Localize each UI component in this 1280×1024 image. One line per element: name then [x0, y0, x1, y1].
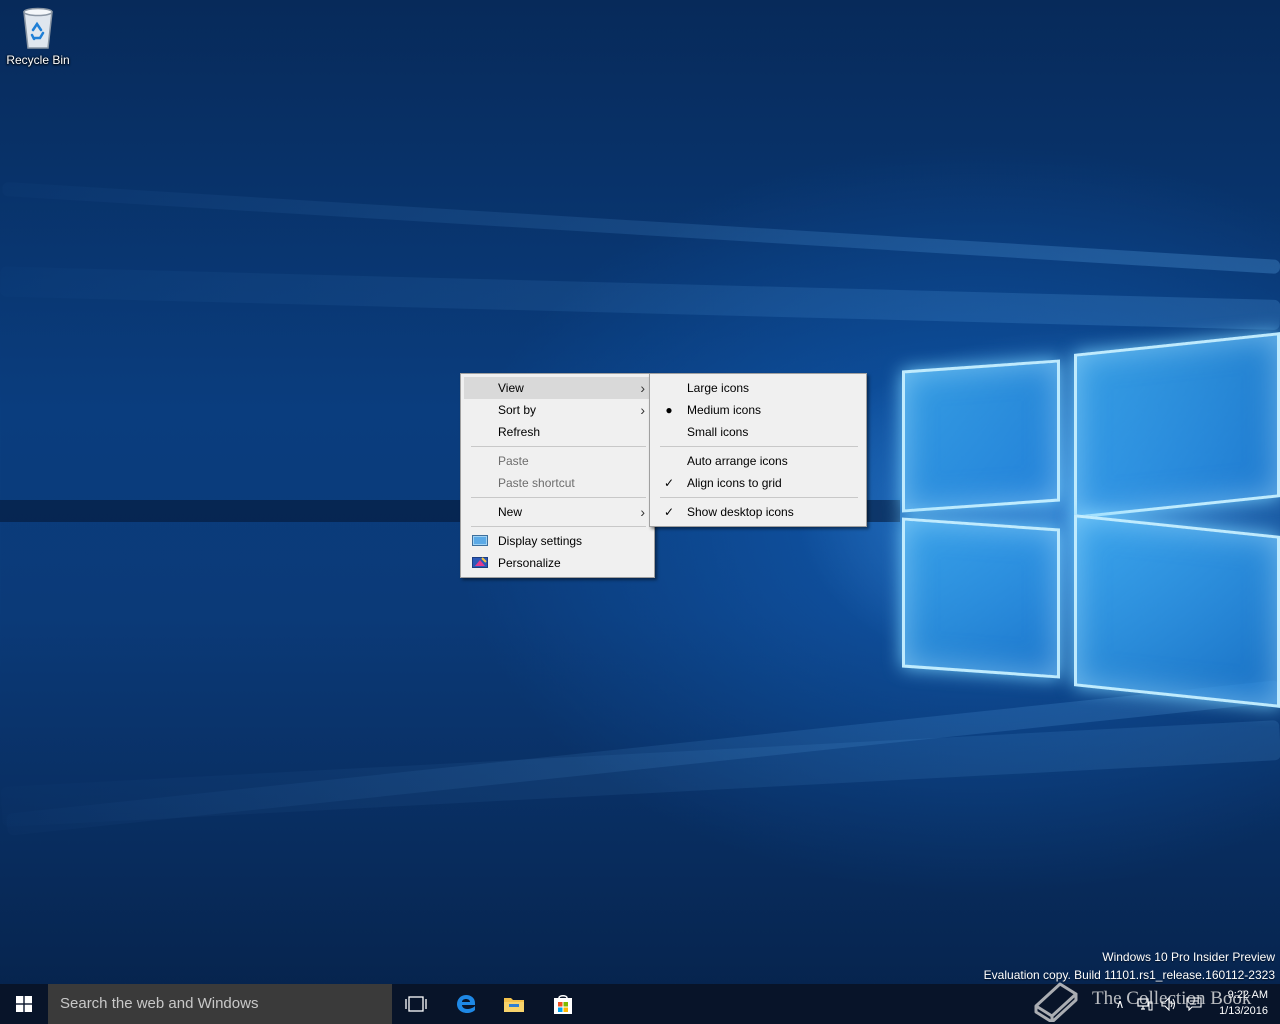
view-submenu: Large icons ● Medium icons Small icons A… — [649, 373, 867, 527]
light-beam — [0, 720, 1280, 827]
file-explorer-button[interactable] — [490, 984, 538, 1024]
task-view-icon — [405, 996, 427, 1012]
menu-item-label: Large icons — [687, 381, 750, 395]
menu-item-label: Sort by — [498, 403, 537, 417]
menu-item-view[interactable]: View › — [464, 377, 651, 399]
logo-pane — [902, 517, 1060, 679]
menu-item-label: Refresh — [498, 425, 541, 439]
edition-watermark: Windows 10 Pro Insider Preview — [1102, 950, 1275, 964]
menu-item-new[interactable]: New › — [464, 501, 651, 523]
menu-item-display-settings[interactable]: Display settings — [464, 530, 651, 552]
edge-button[interactable] — [442, 984, 490, 1024]
submenu-item-auto-arrange[interactable]: Auto arrange icons — [653, 450, 863, 472]
menu-item-label: Paste shortcut — [498, 476, 575, 490]
radio-bullet-icon: ● — [665, 403, 673, 417]
menu-item-refresh[interactable]: Refresh — [464, 421, 651, 443]
menu-item-label: Paste — [498, 454, 529, 468]
edge-icon — [457, 995, 475, 1013]
display-settings-icon — [472, 535, 488, 546]
submenu-item-large-icons[interactable]: Large icons — [653, 377, 863, 399]
logo-pane — [1074, 332, 1280, 519]
submenu-item-show-desktop-icons[interactable]: ✓ Show desktop icons — [653, 501, 863, 523]
menu-item-paste-shortcut[interactable]: Paste shortcut — [464, 472, 651, 494]
menu-item-label: Medium icons — [687, 403, 762, 417]
search-placeholder: Search the web and Windows — [60, 995, 259, 1012]
submenu-item-align-to-grid[interactable]: ✓ Align icons to grid — [653, 472, 863, 494]
store-icon — [554, 995, 572, 1014]
menu-item-label: Show desktop icons — [687, 505, 794, 519]
menu-separator — [471, 497, 646, 498]
logo-pane — [902, 359, 1060, 513]
brand-watermark-overlay: The Collection Book — [1030, 974, 1280, 1024]
checkmark-icon: ✓ — [663, 505, 675, 519]
brand-text: The Collection Book — [1092, 988, 1252, 1009]
checkmark-icon: ✓ — [663, 476, 675, 490]
menu-item-label: Display settings — [498, 534, 583, 548]
menu-item-label: Small icons — [687, 425, 749, 439]
chevron-right-icon: › — [640, 380, 645, 396]
menu-item-label: View — [498, 381, 524, 395]
start-button[interactable] — [0, 984, 48, 1024]
light-beam — [1, 181, 1280, 274]
file-explorer-icon — [504, 998, 524, 1012]
personalize-icon — [472, 557, 488, 568]
store-button[interactable] — [539, 984, 587, 1024]
chevron-right-icon: › — [640, 402, 645, 418]
taskbar-search-box[interactable]: Search the web and Windows — [48, 984, 392, 1024]
windows-logo-wallpaper — [896, 325, 1280, 708]
menu-item-label: Personalize — [498, 556, 561, 570]
light-beam — [0, 266, 1280, 330]
menu-separator — [660, 497, 858, 498]
logo-pane — [1074, 514, 1280, 708]
desktop-icon-recycle-bin[interactable]: Recycle Bin — [4, 6, 72, 76]
menu-item-sort-by[interactable]: Sort by › — [464, 399, 651, 421]
submenu-item-medium-icons[interactable]: ● Medium icons — [653, 399, 863, 421]
submenu-item-small-icons[interactable]: Small icons — [653, 421, 863, 443]
menu-separator — [471, 526, 646, 527]
desktop-icon-label: Recycle Bin — [6, 53, 70, 67]
menu-separator — [660, 446, 858, 447]
menu-separator — [471, 446, 646, 447]
menu-item-label: New — [498, 505, 523, 519]
task-view-button[interactable] — [392, 984, 440, 1024]
menu-item-label: Auto arrange icons — [687, 454, 788, 468]
menu-item-personalize[interactable]: Personalize — [464, 552, 651, 574]
book-icon — [1034, 982, 1078, 1022]
desktop-context-menu: View › Sort by › Refresh Paste Paste sho… — [460, 373, 655, 578]
menu-item-paste[interactable]: Paste — [464, 450, 651, 472]
windows-start-icon — [16, 996, 32, 1012]
chevron-right-icon: › — [640, 504, 645, 520]
menu-item-label: Align icons to grid — [687, 476, 782, 490]
recycle-bin-icon — [23, 7, 53, 49]
